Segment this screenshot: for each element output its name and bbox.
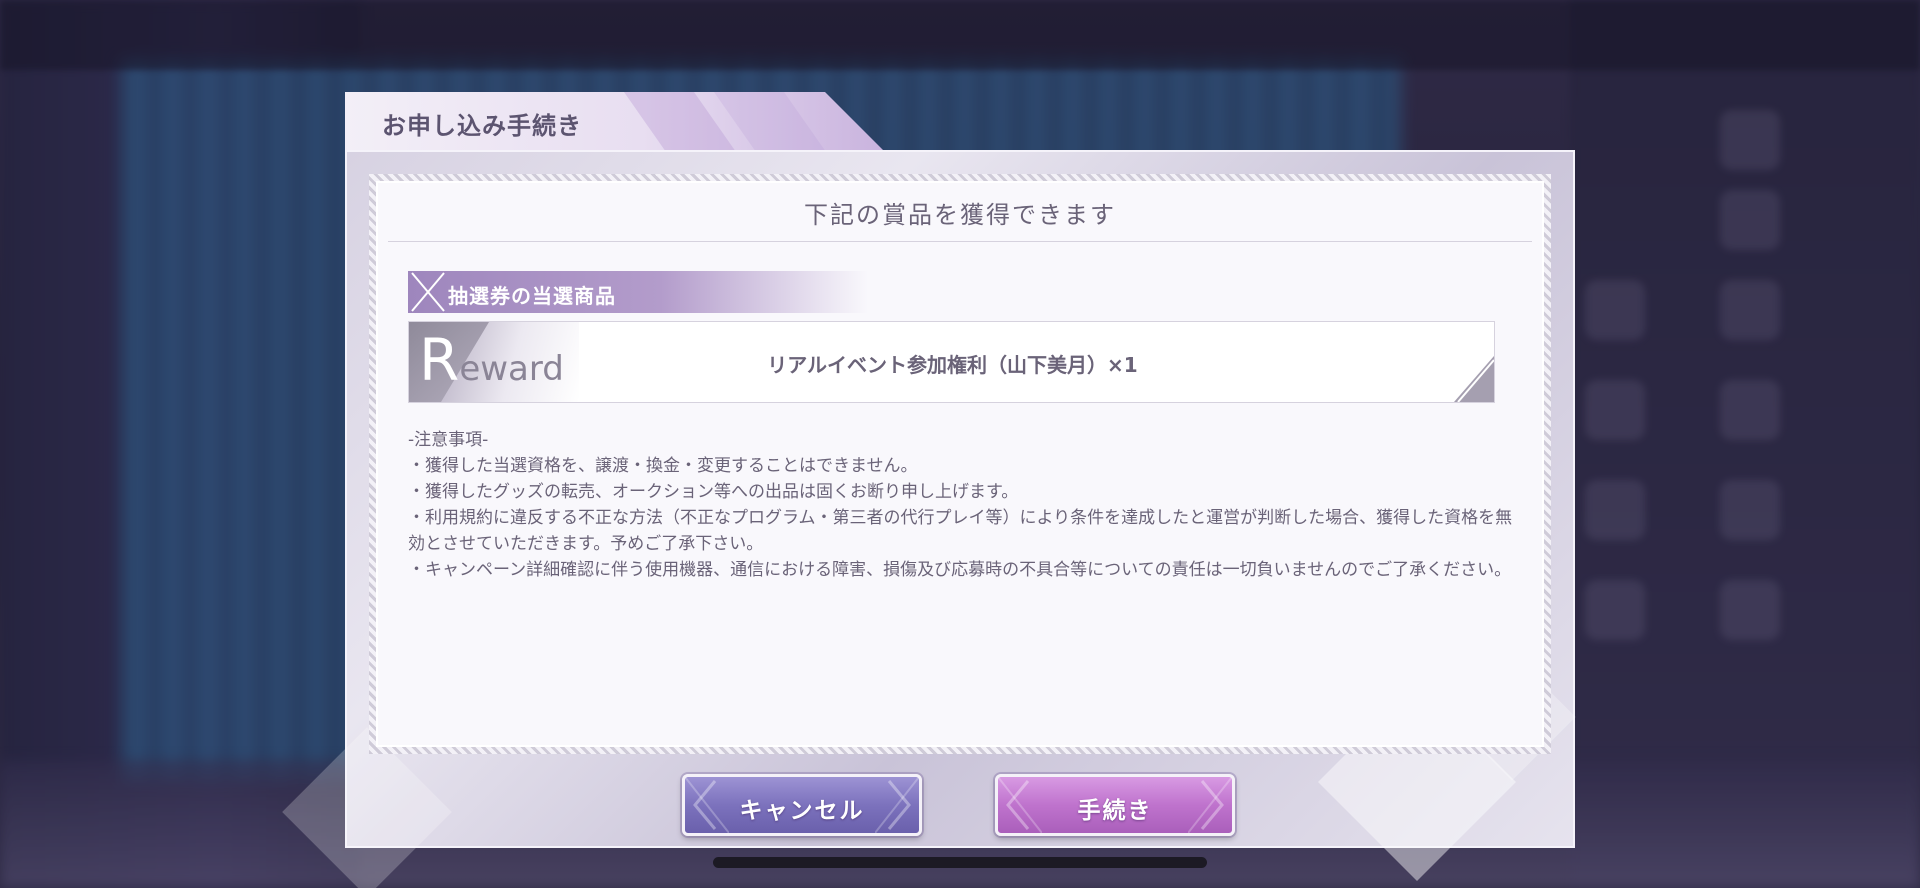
home-indicator[interactable] (713, 857, 1207, 868)
notes-heading: -注意事項- (408, 430, 489, 450)
title-tab-stripe (623, 92, 737, 152)
dialog-heading: 下記の賞品を獲得できます (804, 201, 1116, 229)
section-header: 抽選券の当選商品 (408, 271, 868, 313)
proceed-button[interactable]: 手続き (995, 774, 1235, 836)
proceed-button-label: 手続き (1077, 798, 1153, 824)
title-tab-stripe (713, 92, 827, 152)
x-cross-icon (411, 272, 445, 312)
note-item: ・利用規約に違反する不正な方法（不正なプログラム・第三者の代行プレイ等）により条… (408, 508, 1513, 554)
reward-item-name: リアルイベント参加権利（山下美月）×1 (767, 353, 1138, 377)
game-screen: お申し込み手続き 下記の賞品を獲得できます 抽選券の当選商品 Reward リア… (0, 0, 1920, 888)
dialog-title: お申し込み手続き (382, 112, 582, 140)
note-item: ・獲得した当選資格を、譲渡・換金・変更することはできません。 (408, 456, 918, 476)
dialog-content-panel: 下記の賞品を獲得できます 抽選券の当選商品 Reward リアルイベント参加権利… (369, 174, 1551, 754)
content-area: 下記の賞品を獲得できます 抽選券の当選商品 Reward リアルイベント参加権利… (376, 181, 1544, 747)
notes-section: -注意事項- ・獲得した当選資格を、譲渡・換金・変更することはできません。 ・獲… (408, 427, 1518, 583)
note-item: ・キャンペーン詳細確認に伴う使用機器、通信における障害、損傷及び応募時の不具合等… (408, 560, 1512, 580)
heading-divider (388, 241, 1532, 242)
application-dialog: お申し込み手続き 下記の賞品を獲得できます 抽選券の当選商品 Reward リア… (282, 92, 1576, 888)
dialog-title-tab: お申し込み手続き (345, 92, 885, 152)
note-item: ・獲得したグッズの転売、オークション等への出品は固くお断り申し上げます。 (408, 482, 1019, 502)
section-title: 抽選券の当選商品 (448, 284, 616, 308)
cancel-button[interactable]: キャンセル (682, 774, 922, 836)
cancel-button-label: キャンセル (739, 798, 865, 824)
reward-item-card: Reward リアルイベント参加権利（山下美月）×1 (408, 321, 1495, 403)
